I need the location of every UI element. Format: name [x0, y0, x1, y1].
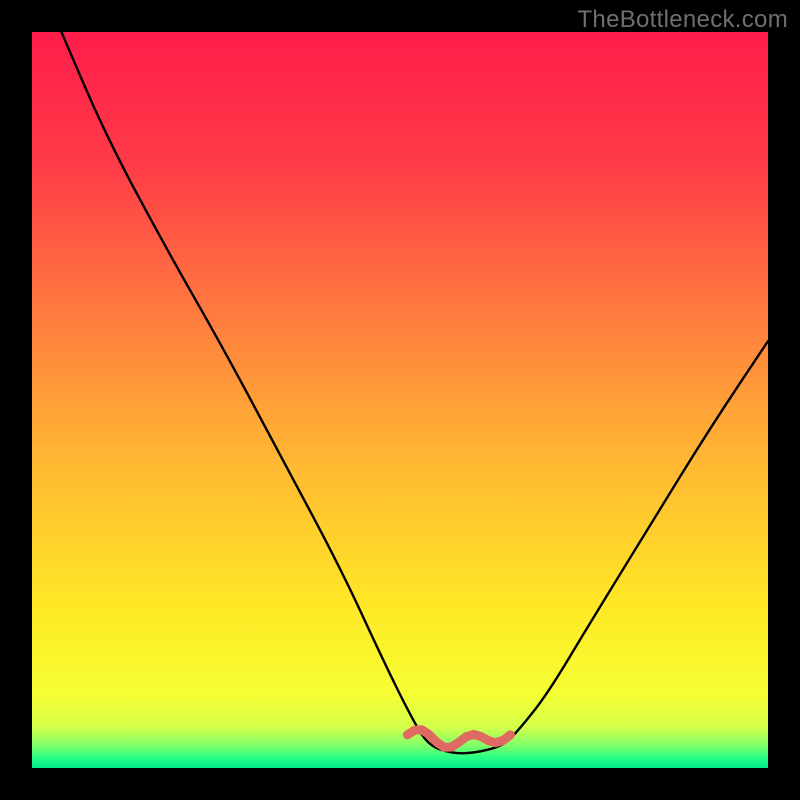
plot-area: [32, 32, 768, 768]
gradient-background: [32, 32, 768, 768]
watermark-text: TheBottleneck.com: [577, 6, 788, 34]
chart-frame: TheBottleneck.com: [0, 0, 800, 800]
chart-svg: [32, 32, 768, 768]
